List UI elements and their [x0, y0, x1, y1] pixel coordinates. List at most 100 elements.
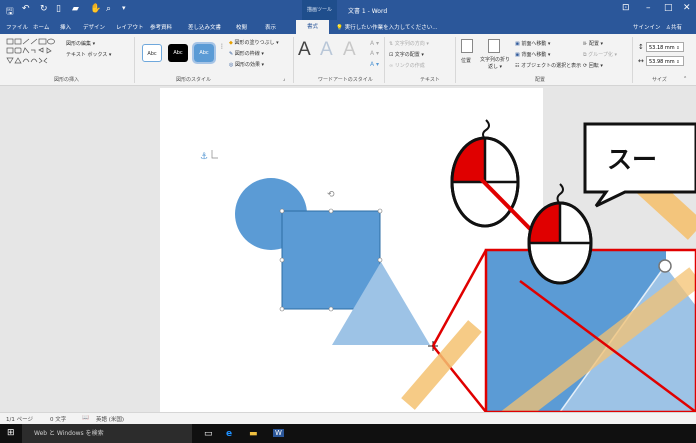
shape-fill-button[interactable]: ◆ 図形の塗りつぶし ▾: [229, 39, 279, 46]
bring-forward-icon: ▣: [515, 41, 520, 47]
pen-icon: ✎: [229, 51, 234, 57]
lightbulb-icon: 💡: [336, 25, 345, 31]
tab-file[interactable]: ファイル: [6, 23, 28, 31]
position-icon: [461, 39, 473, 53]
windows-taskbar: ⊞ Web と Windows を検索 ▭ e ▬ W: [0, 424, 696, 443]
drag-path-highlight: [401, 320, 482, 410]
tab-format[interactable]: 書式: [296, 20, 329, 34]
insert-shapes-group-label: 図形の挿入: [54, 77, 80, 83]
group-button[interactable]: ⧉ グループ化 ▾: [583, 51, 617, 58]
mouse-click-icon: [527, 183, 593, 285]
wordart-styles-group-label: ワードアートのスタイル: [318, 77, 373, 83]
windows-start-icon[interactable]: ⊞: [7, 428, 15, 438]
file-explorer-icon[interactable]: ▬: [249, 429, 258, 439]
close-button[interactable]: ✕: [683, 3, 691, 13]
redo-icon[interactable]: ↻: [40, 4, 48, 14]
rotate-button[interactable]: ⟳ 回転 ▾: [583, 62, 603, 69]
tell-me-text: 実行したい作業を入力してください...: [344, 25, 438, 31]
tab-view[interactable]: 表示: [265, 23, 276, 31]
send-backward-button[interactable]: ▣ 背面へ移動 ▾: [515, 51, 550, 58]
word-count[interactable]: 0 文字: [50, 415, 66, 423]
tutorial-overlay: [401, 119, 696, 412]
spinner-icon[interactable]: ⇕: [676, 45, 679, 50]
link-icon: ∞: [389, 63, 394, 69]
align-text-button[interactable]: ⊡ 文字の配置 ▾: [389, 51, 424, 58]
speech-bubble-text: スー: [607, 145, 658, 174]
height-field[interactable]: 53.18 mm ⇕: [646, 42, 684, 52]
taskbar-search-box[interactable]: Web と Windows を検索: [22, 424, 192, 443]
touch-mode-icon[interactable]: ✋: [90, 4, 101, 14]
title-bar: 🖫 ↶ ↻ ▯ ▰ ✋ ⌕ ▾ 描画ツール 文書 1 - Word ⊡ – □ …: [0, 0, 696, 20]
ribbon-separator: [384, 37, 385, 83]
paint-bucket-icon: ◆: [229, 40, 233, 46]
undo-icon[interactable]: ↶: [22, 4, 30, 14]
style-gallery-scroll-icon[interactable]: ⋮: [219, 43, 225, 50]
open-folder-icon[interactable]: ▰: [72, 4, 79, 14]
selection-pane-button[interactable]: ☷ オブジェクトの選択と表示: [515, 62, 581, 69]
group-icon: ⧉: [583, 52, 587, 58]
send-backward-icon: ▣: [515, 52, 520, 58]
sign-in-link[interactable]: サインイン: [633, 23, 661, 31]
tab-references[interactable]: 参考資料: [150, 23, 172, 31]
edit-shape-button[interactable]: 図形の編集 ▾: [66, 40, 95, 47]
language-indicator[interactable]: 英語 (米国): [96, 415, 124, 423]
tab-home[interactable]: ホーム: [33, 23, 49, 31]
ribbon-separator: [134, 37, 135, 83]
shape-effects-button[interactable]: ◎ 図形の効果 ▾: [229, 61, 264, 68]
tab-design[interactable]: デザイン: [83, 23, 105, 31]
effects-icon: ◎: [229, 62, 234, 68]
shape-style-swatch-outline[interactable]: Abc: [142, 44, 162, 62]
text-fill-icon[interactable]: A ▾: [370, 40, 379, 47]
page-count[interactable]: 1/1 ページ: [6, 415, 33, 423]
dialog-launcher-icon[interactable]: ⌟: [283, 76, 285, 82]
collapse-ribbon-icon[interactable]: ⌃: [683, 76, 687, 82]
shape-styles-group-label: 図形のスタイル: [176, 77, 212, 83]
tab-insert[interactable]: 挿入: [60, 23, 71, 31]
word-taskbar-icon[interactable]: W: [273, 429, 284, 437]
position-button[interactable]: 位置: [461, 57, 471, 64]
print-preview-icon[interactable]: ⌕: [106, 4, 111, 14]
ribbon-display-options-button[interactable]: ⊡: [622, 3, 630, 13]
align-text-icon: ⊡: [389, 52, 394, 58]
ribbon-separator: [632, 37, 633, 83]
task-view-icon[interactable]: ▭: [204, 429, 213, 439]
create-link-button[interactable]: ∞ リンクの作成: [389, 62, 425, 69]
ribbon-separator: [293, 37, 294, 83]
edge-browser-icon[interactable]: e: [226, 429, 232, 439]
drawing-tools-context-label: 描画ツール: [302, 0, 337, 20]
proofing-icon[interactable]: 📖: [82, 415, 89, 421]
selection-pane-icon: ☷: [515, 63, 520, 69]
document-title: 文書 1 - Word: [348, 8, 388, 15]
customize-quick-access-icon[interactable]: ▾: [122, 4, 126, 12]
zoomed-handle: [658, 259, 672, 273]
save-icon[interactable]: 🖫: [6, 4, 14, 20]
shape-style-swatch-black[interactable]: Abc: [168, 44, 188, 62]
bring-forward-button[interactable]: ▣ 前面へ移動 ▾: [515, 40, 550, 47]
tab-layout[interactable]: レイアウト: [116, 23, 144, 31]
text-effects-icon[interactable]: A ▾: [370, 61, 379, 68]
align-button[interactable]: ⊪ 配置 ▾: [583, 40, 603, 47]
size-group-label: サイズ: [652, 77, 667, 83]
spinner-icon[interactable]: ⇕: [676, 59, 679, 64]
wordart-style-1[interactable]: A: [298, 39, 311, 61]
rotate-icon: ⟳: [583, 63, 588, 69]
text-direction-button[interactable]: ⇅ 文字列の方向 ▾: [389, 40, 429, 47]
shape-style-swatch-blue[interactable]: Abc: [192, 42, 216, 64]
height-icon: ↕: [638, 43, 644, 51]
tab-mailings[interactable]: 差し込み文書: [188, 23, 221, 31]
wrap-text-button[interactable]: 文字列の折り返し ▾: [478, 57, 512, 71]
wordart-style-2[interactable]: A: [320, 39, 333, 61]
share-button[interactable]: ♙共有: [666, 23, 682, 31]
wordart-style-3[interactable]: A: [343, 39, 356, 61]
new-document-icon[interactable]: ▯: [56, 4, 61, 14]
tell-me-search[interactable]: 💡 実行したい作業を入力してください...: [336, 23, 438, 31]
minimize-button[interactable]: –: [646, 3, 651, 13]
text-box-button[interactable]: テキスト ボックス ▾: [66, 51, 111, 58]
tab-review[interactable]: 校閲: [236, 23, 247, 31]
ribbon-separator: [455, 37, 456, 83]
shape-gallery[interactable]: [6, 38, 68, 66]
width-field[interactable]: 53.98 mm ⇕: [646, 56, 684, 66]
shape-outline-button[interactable]: ✎ 図形の枠線 ▾: [229, 50, 264, 57]
restore-button[interactable]: □: [664, 3, 673, 13]
text-outline-icon[interactable]: A ▾: [370, 50, 379, 57]
